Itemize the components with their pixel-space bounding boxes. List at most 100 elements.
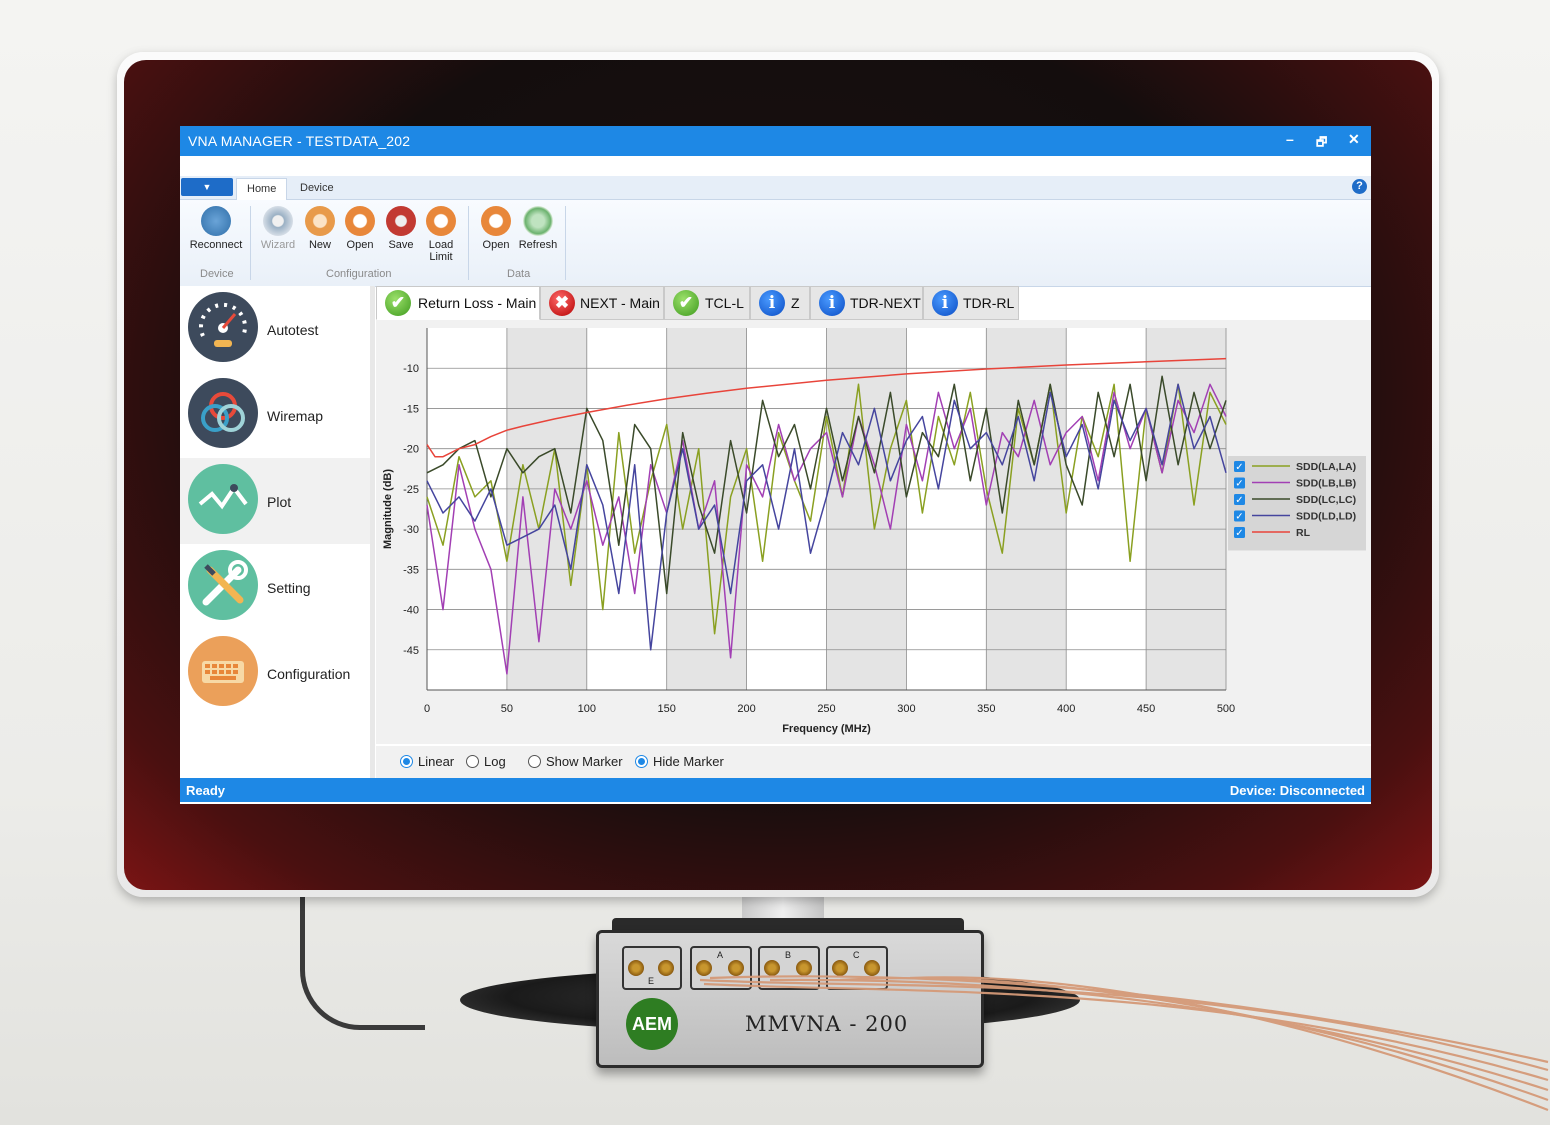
wrench-screwdriver-icon — [188, 550, 258, 620]
tab-z[interactable]: i Z — [750, 286, 810, 320]
y-tick-label: -10 — [403, 363, 419, 375]
y-axis-label: Magnitude (dB) — [382, 469, 394, 549]
plot-band — [986, 328, 1067, 690]
nav-item-autotest[interactable]: Autotest — [180, 286, 370, 372]
y-tick-label: -30 — [403, 524, 419, 536]
radio-log[interactable]: Log — [466, 754, 506, 769]
minimize-button[interactable]: – — [1286, 131, 1294, 147]
legend-label: SDD(LC,LC) — [1296, 494, 1356, 506]
legend-check-icon: ✓ — [1235, 512, 1243, 523]
plot-controls: Linear Log Show Marker Hide Marker — [376, 746, 1371, 778]
tab-tdr-next[interactable]: i TDR-NEXT — [810, 286, 923, 320]
y-tick-label: -40 — [403, 605, 419, 617]
folder-icon — [345, 206, 375, 236]
info-icon: i — [932, 290, 958, 316]
info-icon: i — [819, 290, 845, 316]
x-tick-label: 0 — [424, 703, 430, 715]
ribbon-tabs: ▼ Home Device ? — [180, 176, 1371, 200]
y-tick-label: -45 — [403, 645, 419, 657]
status-bar: Ready Device: Disconnected — [180, 778, 1371, 802]
nav-item-setting[interactable]: Setting — [180, 544, 370, 630]
refresh-recycle-icon — [523, 206, 553, 236]
x-tick-label: 100 — [578, 703, 596, 715]
ribbon-body: Reconnect Device Wizard New Open Save Lo… — [180, 200, 1371, 287]
pass-check-icon: ✔ — [673, 290, 699, 316]
y-tick-label: -25 — [403, 484, 419, 496]
x-tick-label: 450 — [1137, 703, 1155, 715]
legend-check-icon: ✓ — [1235, 495, 1243, 506]
nav-item-plot[interactable]: Plot — [180, 458, 370, 544]
data-open-button[interactable]: Open — [476, 206, 516, 251]
tab-next-main[interactable]: ✖ NEXT - Main — [540, 286, 664, 320]
nav-item-configuration[interactable]: Configuration — [180, 630, 370, 716]
keyboard-icon — [188, 636, 258, 706]
help-icon[interactable]: ? — [1352, 179, 1367, 194]
tab-home[interactable]: Home — [236, 178, 288, 200]
plot-wave-icon — [188, 464, 258, 534]
group-separator — [468, 206, 469, 280]
close-button[interactable]: ✕ — [1348, 131, 1360, 148]
tab-device[interactable]: Device — [290, 178, 344, 199]
left-navigation: Autotest Wiremap Plot Setting Configurat… — [180, 286, 370, 778]
plot-band — [746, 328, 827, 690]
x-tick-label: 150 — [658, 703, 676, 715]
group-label-data: Data — [507, 268, 531, 280]
y-tick-label: -20 — [403, 444, 419, 456]
new-button[interactable]: New — [300, 206, 340, 251]
app-window: VNA MANAGER - TESTDATA_202 – 🗗 ✕ ▼ Home … — [180, 126, 1371, 804]
legend-label: SDD(LB,LB) — [1296, 478, 1356, 490]
radio-dot-icon — [466, 755, 479, 768]
x-tick-label: 300 — [897, 703, 915, 715]
x-axis-label: Frequency (MHz) — [782, 723, 871, 735]
x-tick-label: 250 — [817, 703, 835, 715]
wiremap-rings-icon — [188, 378, 258, 448]
aem-logo: AEM — [626, 998, 678, 1050]
x-tick-label: 350 — [977, 703, 995, 715]
fail-x-icon: ✖ — [549, 290, 575, 316]
info-icon: i — [759, 290, 785, 316]
restore-button[interactable]: 🗗 — [1316, 133, 1327, 154]
coax-cables — [699, 975, 1549, 1112]
tab-tcl-l[interactable]: ✔ TCL-L — [664, 286, 750, 320]
app-menu-button[interactable]: ▼ — [181, 178, 233, 196]
nav-divider — [370, 286, 375, 778]
load-limit-button[interactable]: Load Limit — [421, 206, 461, 263]
return-loss-chart: 0 50 100 150 200 250 300 350 400 450 500 -10 -15 -20 -… — [382, 328, 1366, 735]
group-label-configuration: Configuration — [326, 268, 392, 280]
reconnect-button[interactable]: Reconnect — [186, 206, 246, 251]
tab-tdr-rl[interactable]: i TDR-RL — [923, 286, 1019, 320]
port-connector-icon — [658, 960, 674, 976]
chart-area: 0 50 100 150 200 250 300 350 400 450 500 -10 -15 -20 -… — [376, 320, 1371, 744]
x-tick-label: 500 — [1217, 703, 1235, 715]
load-folder-icon — [426, 206, 456, 236]
refresh-button[interactable]: Refresh — [516, 206, 560, 251]
plot-band — [666, 328, 747, 690]
radio-show-marker[interactable]: Show Marker — [528, 754, 623, 769]
x-tick-label: 400 — [1057, 703, 1075, 715]
x-tick-label: 50 — [501, 703, 513, 715]
port-group-e: E — [622, 946, 682, 990]
window-title: VNA MANAGER - TESTDATA_202 — [188, 133, 411, 149]
monitor-cable — [300, 885, 425, 1030]
radio-hide-marker[interactable]: Hide Marker — [635, 754, 724, 769]
antenna-icon — [201, 206, 231, 236]
new-document-icon — [305, 206, 335, 236]
open-button[interactable]: Open — [340, 206, 380, 251]
nav-item-wiremap[interactable]: Wiremap — [180, 372, 370, 458]
data-folder-icon — [481, 206, 511, 236]
device-connection-status: Device: Disconnected — [1229, 783, 1365, 798]
plot-band — [1146, 328, 1226, 690]
group-separator — [250, 206, 251, 280]
plot-band — [586, 328, 667, 690]
legend-check-icon: ✓ — [1235, 479, 1243, 490]
tab-return-loss-main[interactable]: ✔ Return Loss - Main — [376, 286, 540, 320]
legend-label: SDD(LA,LA) — [1296, 461, 1356, 473]
save-button[interactable]: Save — [381, 206, 421, 251]
radio-linear[interactable]: Linear — [400, 754, 454, 769]
legend-label: SDD(LD,LD) — [1296, 511, 1356, 523]
radio-dot-icon — [400, 755, 413, 768]
radio-dot-icon — [528, 755, 541, 768]
radio-dot-icon — [635, 755, 648, 768]
plot-tabs: ✔ Return Loss - Main ✖ NEXT - Main ✔ TCL… — [376, 284, 1371, 320]
wizard-button[interactable]: Wizard — [258, 206, 298, 251]
